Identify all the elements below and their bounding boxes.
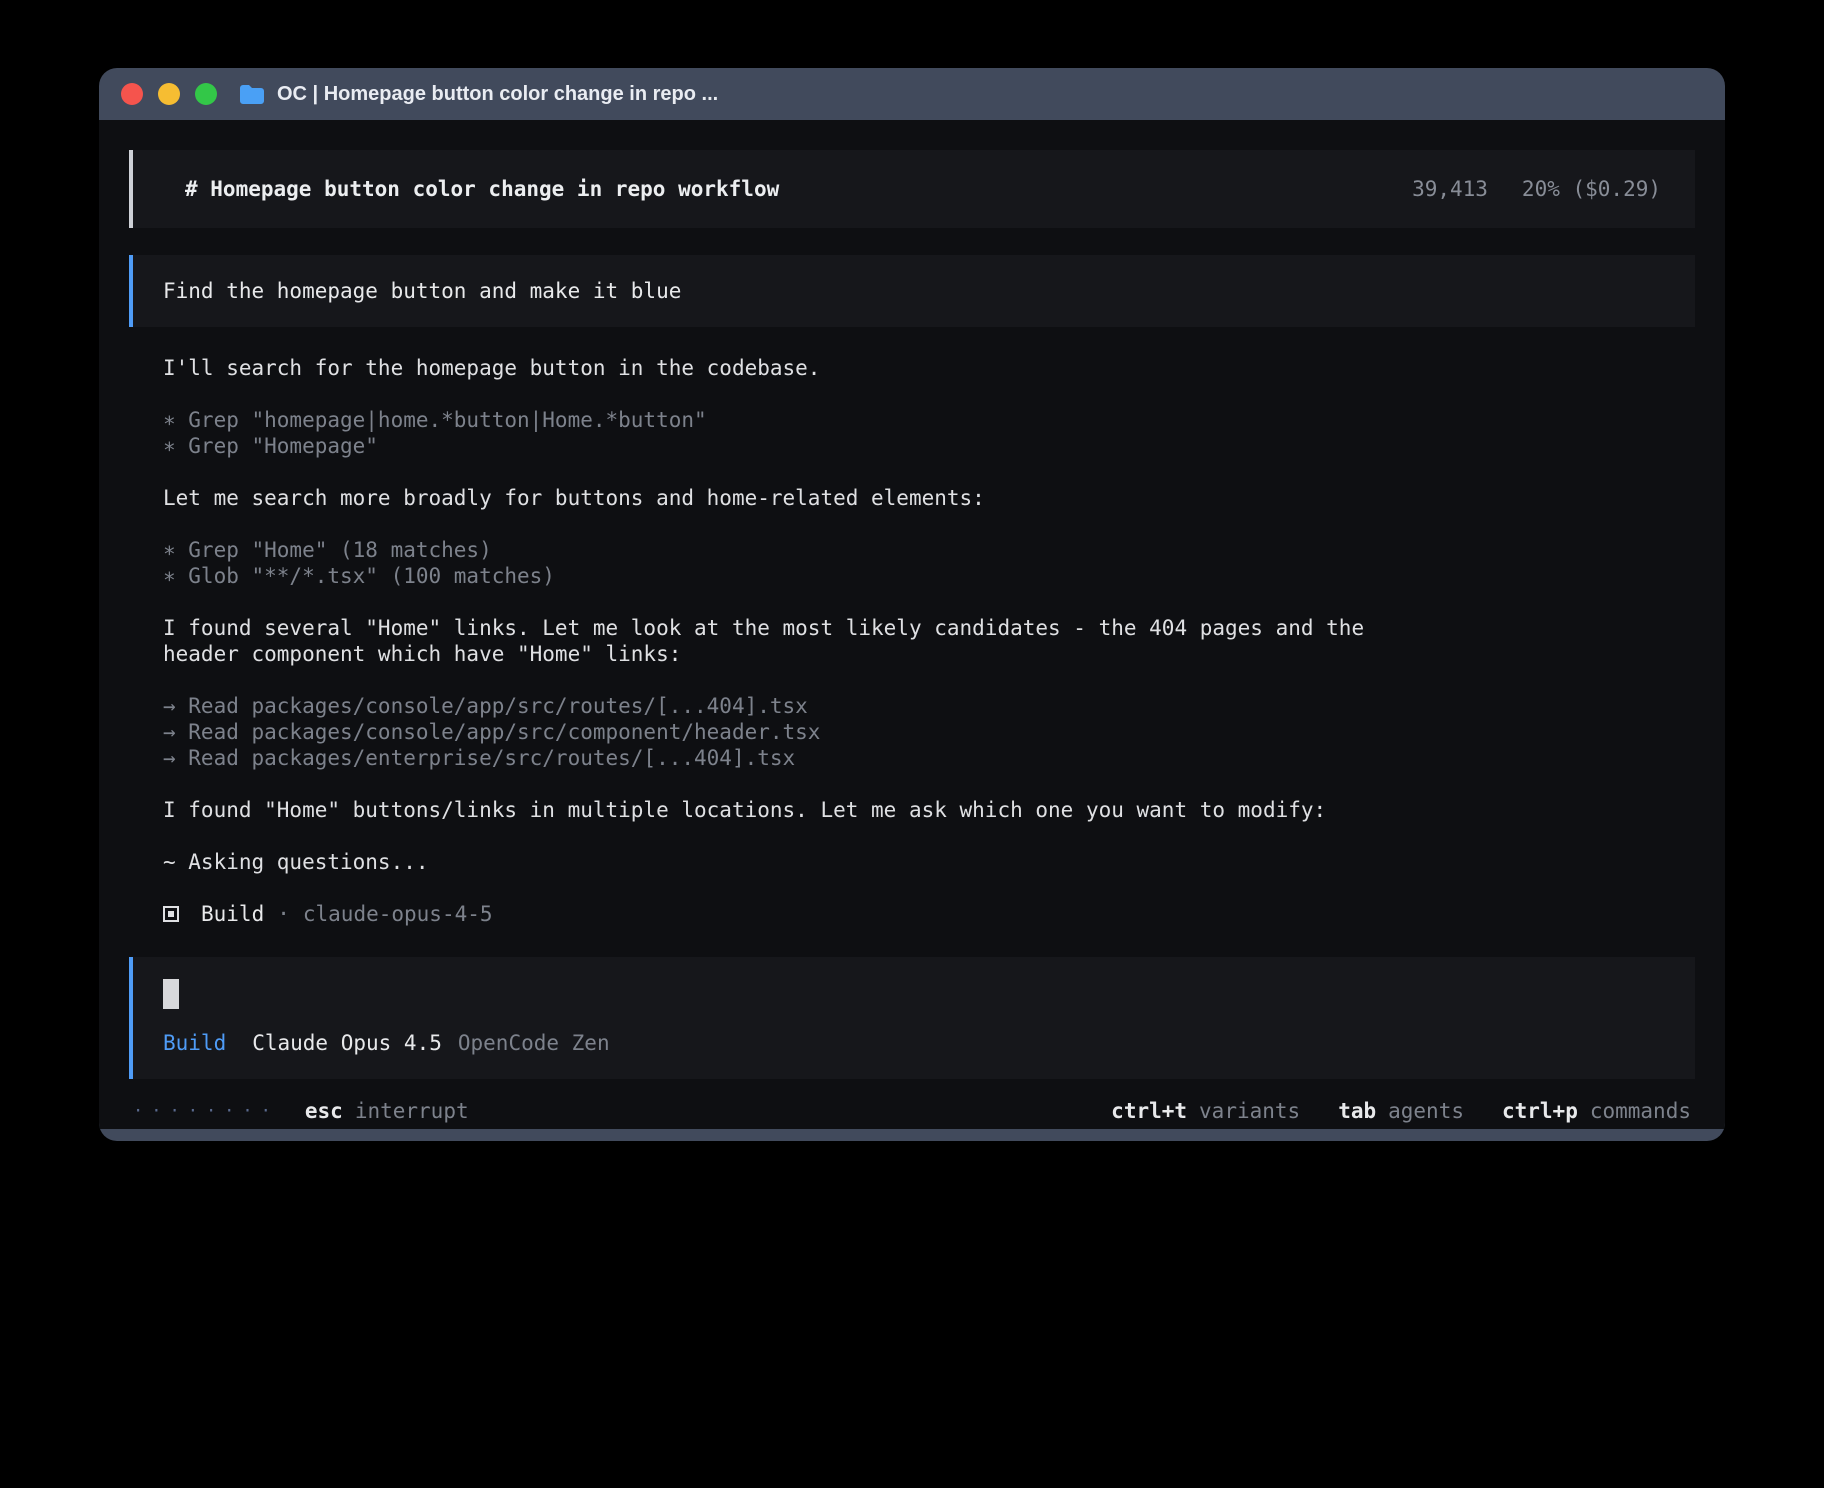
tool-call-group: ∗ Grep "Home" (18 matches) ∗ Glob "**/*.… (163, 537, 1695, 589)
zoom-button[interactable] (195, 83, 217, 105)
interrupt-label: interrupt (355, 1099, 469, 1123)
agent-icon (163, 906, 179, 922)
assistant-text: Let me search more broadly for buttons a… (163, 485, 1695, 511)
window-title: OC | Homepage button color change in rep… (277, 83, 718, 106)
shortcut-agents: tab agents (1338, 1099, 1464, 1123)
tool-call-read: → Read packages/console/app/src/componen… (163, 719, 1695, 745)
agent-model: claude-opus-4-5 (303, 901, 493, 927)
minimize-button[interactable] (158, 83, 180, 105)
model-label: Claude Opus 4.5 (252, 1031, 442, 1055)
esc-key-hint: esc (305, 1099, 343, 1123)
shortcut-commands: ctrl+p commands (1502, 1099, 1691, 1123)
terminal-content: # Homepage button color change in repo w… (99, 120, 1725, 1129)
context-cost: 20% ($0.29) (1522, 174, 1661, 204)
mode-badge[interactable]: Build (163, 1031, 226, 1055)
prompt-input[interactable]: Build Claude Opus 4.5 OpenCode Zen (129, 957, 1695, 1079)
session-stats: 39,413 20% ($0.29) (1412, 174, 1661, 204)
asking-questions-status: ~ Asking questions... (163, 849, 1695, 875)
text-cursor (163, 979, 179, 1009)
assistant-text: I found "Home" buttons/links in multiple… (163, 797, 1695, 823)
ctrl-p-key-hint: ctrl+p (1502, 1099, 1578, 1123)
variants-label: variants (1199, 1099, 1300, 1123)
token-count: 39,413 (1412, 174, 1488, 204)
shortcut-variants: ctrl+t variants (1111, 1099, 1300, 1123)
ctrl-t-key-hint: ctrl+t (1111, 1099, 1187, 1123)
agent-name: Build (201, 901, 264, 927)
status-bar-left: ········ esc interrupt (133, 1099, 469, 1123)
user-message: Find the homepage button and make it blu… (129, 255, 1695, 327)
agent-status: Build · claude-opus-4-5 (163, 901, 1695, 927)
input-status-row: Build Claude Opus 4.5 OpenCode Zen (163, 1031, 1665, 1055)
assistant-text: I found several "Home" links. Let me loo… (163, 615, 1695, 641)
window-titlebar[interactable]: OC | Homepage button color change in rep… (99, 68, 1725, 120)
tool-call-group: → Read packages/console/app/src/routes/[… (163, 693, 1695, 771)
folder-icon (239, 83, 265, 105)
tool-call-group: ∗ Grep "homepage|home.*button|Home.*butt… (163, 407, 1695, 459)
session-header: # Homepage button color change in repo w… (129, 150, 1695, 228)
tool-call-glob: ∗ Glob "**/*.tsx" (100 matches) (163, 563, 1695, 589)
traffic-lights (121, 83, 217, 105)
tool-call-read: → Read packages/console/app/src/routes/[… (163, 693, 1695, 719)
conversation: I'll search for the homepage button in t… (129, 355, 1695, 927)
provider-label: OpenCode Zen (458, 1031, 610, 1055)
tab-key-hint: tab (1338, 1099, 1376, 1123)
assistant-text: I'll search for the homepage button in t… (163, 355, 1695, 381)
session-title: # Homepage button color change in repo w… (185, 174, 779, 204)
agents-label: agents (1388, 1099, 1464, 1123)
terminal-window: OC | Homepage button color change in rep… (99, 68, 1725, 1141)
commands-label: commands (1590, 1099, 1691, 1123)
status-bar-right: ctrl+t variants tab agents ctrl+p comman… (1111, 1099, 1691, 1123)
assistant-text: header component which have "Home" links… (163, 641, 1695, 667)
tool-call-grep: ∗ Grep "Homepage" (163, 433, 1695, 459)
user-message-text: Find the homepage button and make it blu… (163, 279, 681, 303)
tool-call-read: → Read packages/enterprise/src/routes/[.… (163, 745, 1695, 771)
close-button[interactable] (121, 83, 143, 105)
progress-dots: ········ (133, 1101, 279, 1121)
agent-separator: · (277, 901, 290, 927)
tool-call-grep: ∗ Grep "homepage|home.*button|Home.*butt… (163, 407, 1695, 433)
status-bar: ········ esc interrupt ctrl+t variants t… (129, 1091, 1695, 1129)
tool-call-grep: ∗ Grep "Home" (18 matches) (163, 537, 1695, 563)
